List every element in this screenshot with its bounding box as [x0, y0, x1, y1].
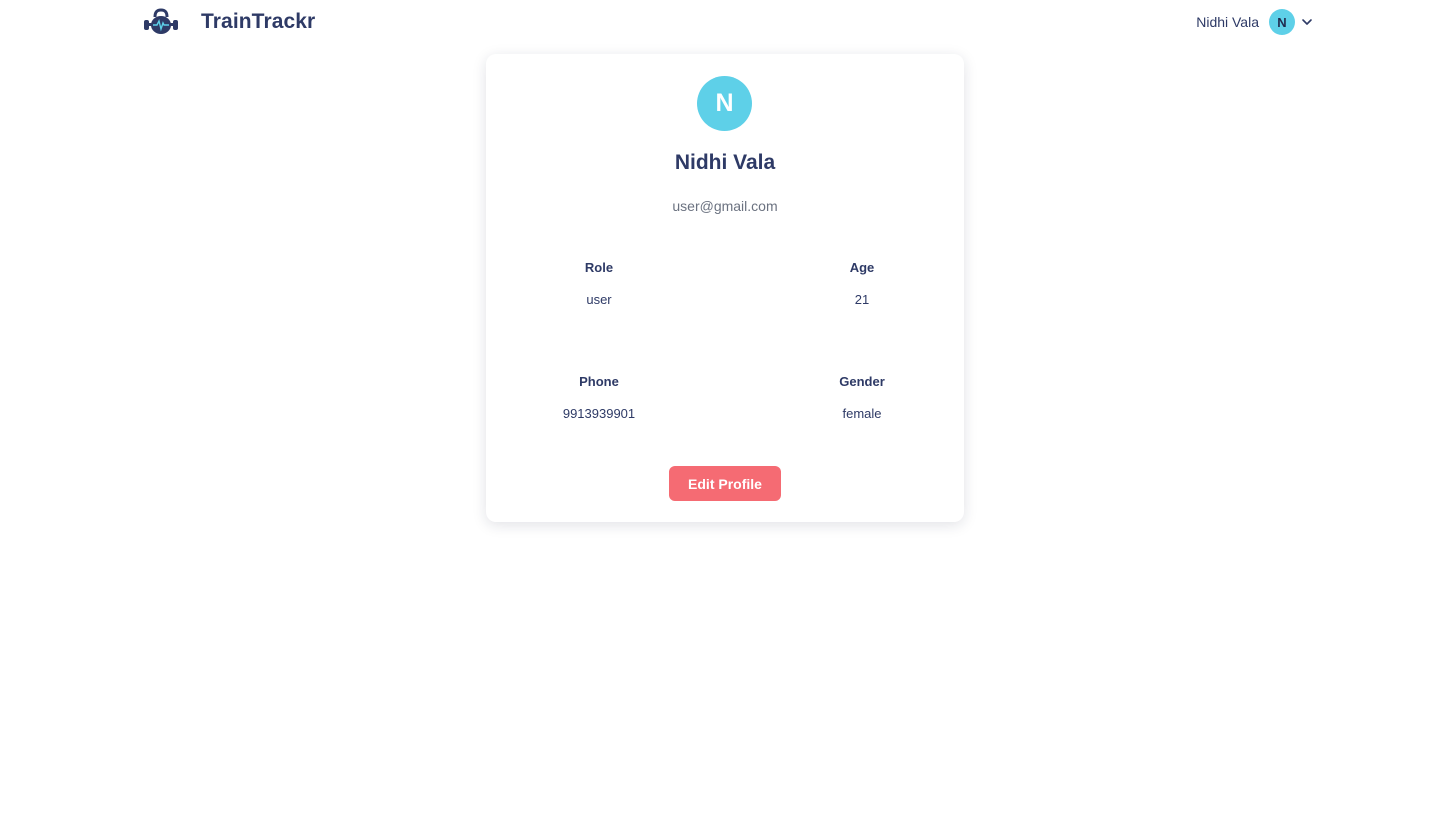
field-label: Phone — [579, 374, 619, 389]
kettlebell-heartbeat-icon — [144, 8, 178, 34]
field-value: 9913939901 — [562, 406, 636, 421]
avatar[interactable]: N — [1269, 9, 1295, 35]
field-gender: Gender female — [762, 374, 962, 421]
field-label: Role — [584, 260, 614, 275]
profile-name: Nidhi Vala — [674, 151, 776, 174]
profile-email: user@gmail.com — [672, 198, 778, 214]
edit-profile-button[interactable]: Edit Profile — [669, 466, 781, 501]
chevron-down-icon[interactable] — [1300, 15, 1314, 29]
top-navbar: TrainTrackr Nidhi Vala N — [0, 0, 1450, 46]
field-value: 21 — [854, 292, 870, 307]
field-label: Gender — [839, 374, 885, 389]
profile-card: N Nidhi Vala user@gmail.com Role user Ag… — [486, 54, 964, 522]
field-role: Role user — [499, 260, 699, 307]
brand-name: TrainTrackr — [201, 10, 316, 33]
field-value: female — [842, 406, 882, 421]
field-age: Age 21 — [762, 260, 962, 307]
field-value: user — [586, 292, 612, 307]
brand[interactable]: TrainTrackr — [142, 8, 315, 36]
field-label: Age — [849, 260, 875, 275]
user-menu[interactable]: Nidhi Vala N — [1196, 9, 1314, 35]
field-phone: Phone 9913939901 — [499, 374, 699, 421]
user-menu-name: Nidhi Vala — [1196, 14, 1259, 30]
profile-avatar: N — [697, 76, 752, 131]
